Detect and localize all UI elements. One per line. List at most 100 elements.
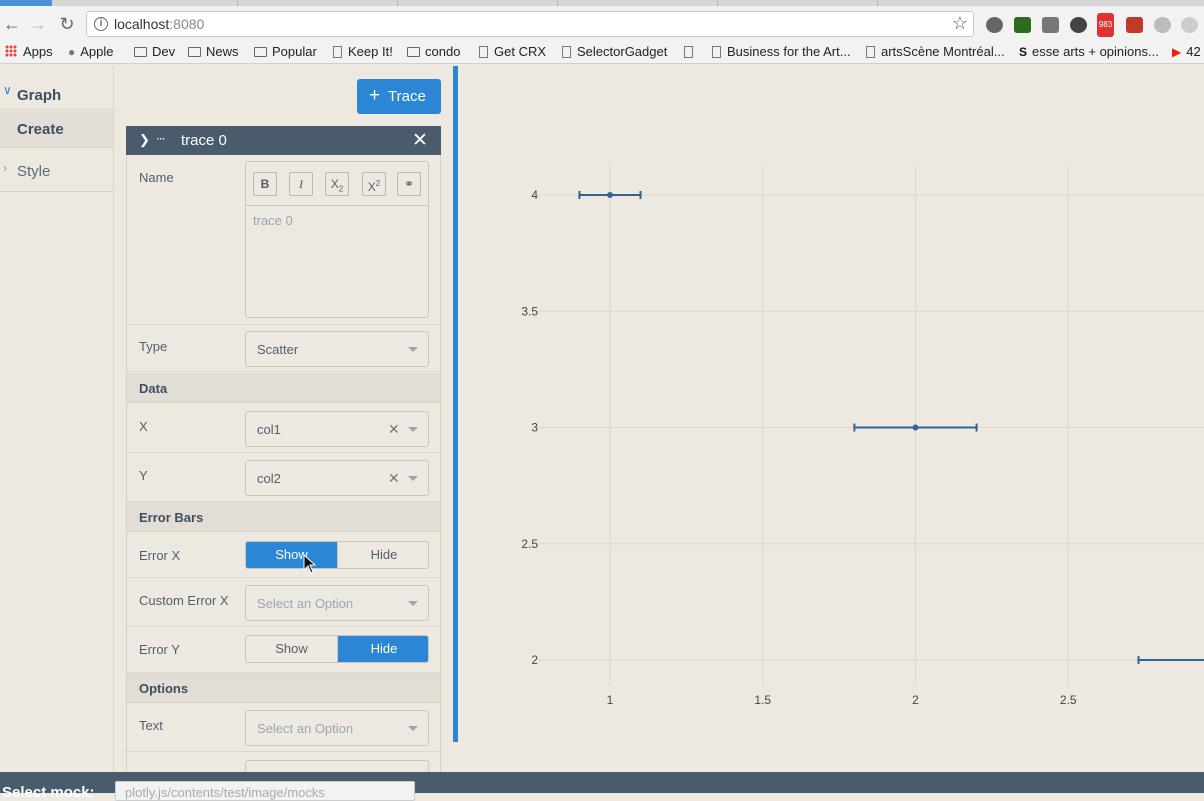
subscript-button[interactable]: X2: [325, 172, 349, 196]
bookmark-star-icon[interactable]: ☆: [952, 13, 968, 34]
x-column-dropdown[interactable]: col1 ✕: [245, 411, 429, 447]
mock-input[interactable]: plotly.js/contents/test/image/mocks: [115, 781, 415, 801]
sidebar-item-style[interactable]: › Style: [0, 149, 113, 192]
clear-icon[interactable]: ✕: [388, 470, 400, 487]
scatter-icon: ⋅⋅⋅: [156, 132, 166, 146]
bookmark-condo[interactable]: condo: [407, 44, 460, 59]
text-placeholder: Select an Option: [257, 721, 354, 736]
folder-icon: [134, 47, 147, 57]
trace-header[interactable]: ❯ ⋅⋅⋅ trace 0 ✕: [126, 126, 441, 155]
error-y-show-option[interactable]: Show: [246, 636, 338, 662]
next-dropdown[interactable]: [245, 760, 429, 772]
bookmark-label: Keep It!: [348, 44, 393, 59]
bookmarks-bar: Apps ● Apple Dev News Popular Keep It! co…: [0, 40, 1204, 64]
bookmark-popular[interactable]: Popular: [254, 44, 317, 59]
trace-title: trace 0: [181, 132, 227, 149]
bookmark-selectorgadget[interactable]: SelectorGadget: [562, 44, 667, 59]
error-x-show-option[interactable]: Show: [246, 542, 338, 568]
y-tick-label: 4: [531, 188, 538, 202]
text-dropdown[interactable]: Select an Option: [245, 710, 429, 746]
caret-down-icon: [408, 427, 418, 432]
x-tick-label: 1.5: [754, 693, 771, 707]
bookmark-youtube[interactable]: ▶ 42: [1172, 44, 1201, 59]
folder-icon: [188, 47, 201, 57]
bookmark-dev[interactable]: Dev: [134, 44, 175, 59]
name-rich-text-editor[interactable]: B I X2 X2 ⚭ trace 0: [245, 161, 429, 318]
bookmark-label: condo: [425, 44, 461, 59]
error-x-hide-option[interactable]: Hide: [338, 542, 428, 568]
bookmark-label: SelectorGadget: [577, 44, 668, 59]
scatter-chart[interactable]: 1 1.5 2 2.5 2 2.5 3 3.5 4: [458, 66, 1204, 772]
page-icon: [684, 46, 693, 58]
bookmark-artsscene[interactable]: artsScène Montréal...: [866, 44, 1005, 59]
x-tick-label: 1: [607, 693, 614, 707]
italic-button[interactable]: I: [289, 172, 313, 196]
bookmark-keep-it[interactable]: Keep It!: [333, 44, 393, 59]
bookmark-apps[interactable]: Apps: [5, 44, 53, 59]
y-row: Y col2 ✕: [127, 453, 440, 502]
sidebar-item-graph[interactable]: ∨ Graph: [0, 74, 113, 110]
superscript-button[interactable]: X2: [362, 172, 386, 196]
type-value: Scatter: [257, 342, 299, 357]
error-x-toggle[interactable]: Show Hide: [245, 541, 429, 569]
extension-swirl-icon[interactable]: [1181, 17, 1198, 33]
bold-button[interactable]: B: [253, 172, 277, 196]
error-x-label: Error X: [139, 548, 181, 563]
extension-bw-icon[interactable]: [1014, 17, 1031, 33]
error-y-label: Error Y: [139, 642, 180, 657]
clear-icon[interactable]: ✕: [388, 421, 400, 438]
apps-grid-icon: [5, 45, 17, 57]
custom-error-x-label: Custom Error X: [139, 593, 229, 608]
sidebar-style-label: Style: [17, 163, 51, 180]
error-y-hide-option[interactable]: Hide: [338, 636, 428, 662]
extension-gear-icon[interactable]: [986, 17, 1003, 33]
text-label: Text: [139, 718, 163, 733]
info-icon[interactable]: i: [94, 17, 108, 31]
link-icon[interactable]: ⚭: [397, 172, 421, 196]
sidebar-create-label: Create: [17, 121, 64, 138]
forward-icon[interactable]: →: [28, 14, 48, 34]
address-bar[interactable]: i localhost:8080 ☆: [86, 11, 974, 37]
custom-error-x-dropdown[interactable]: Select an Option: [245, 585, 429, 621]
extension-user-icon[interactable]: [1070, 17, 1087, 33]
url-host: localhost: [114, 16, 170, 32]
bookmark-blank[interactable]: [684, 44, 699, 59]
apple-icon: ●: [68, 45, 76, 59]
reload-icon[interactable]: ↻: [57, 14, 77, 34]
extension-tool-icon[interactable]: [1042, 17, 1059, 33]
caret-down-icon: [408, 726, 418, 731]
close-icon[interactable]: ✕: [412, 129, 428, 152]
extension-red-icon[interactable]: [1126, 17, 1143, 33]
youtube-icon: ▶: [1172, 45, 1182, 59]
error-bars-section-header: Error Bars: [127, 502, 440, 532]
editor-toolbar: B I X2 X2 ⚭: [246, 162, 428, 206]
y-column-dropdown[interactable]: col2 ✕: [245, 460, 429, 496]
page-icon: [479, 46, 488, 58]
bookmark-apple[interactable]: ● Apple: [68, 44, 114, 59]
y-tick-label: 3: [531, 421, 538, 435]
type-dropdown[interactable]: Scatter: [245, 331, 429, 367]
y-tick-label: 3.5: [521, 304, 538, 318]
add-trace-button[interactable]: + Trace: [357, 79, 441, 114]
bookmark-label: Apps: [23, 44, 53, 59]
error-y-row: Error Y Show Hide: [127, 627, 440, 673]
browser-toolbar: ← → ↻ i localhost:8080 ☆ 983: [0, 6, 1204, 40]
sidebar-item-create[interactable]: Create: [0, 111, 113, 148]
extension-circle-icon[interactable]: [1154, 17, 1171, 33]
bookmark-news[interactable]: News: [188, 44, 239, 59]
plot-area[interactable]: 1 1.5 2 2.5 2 2.5 3 3.5 4: [458, 66, 1204, 772]
bookmark-esse[interactable]: Sesse arts + opinions...: [1019, 44, 1159, 59]
name-value[interactable]: trace 0: [253, 213, 293, 228]
chevron-right-icon[interactable]: ❯: [139, 132, 150, 148]
bookmark-business-arts[interactable]: Business for the Art...: [712, 44, 851, 59]
back-icon[interactable]: ←: [2, 14, 22, 34]
extension-mail-icon[interactable]: 983: [1097, 13, 1114, 37]
trace-body: Name B I X2 X2 ⚭ trace 0 Type Scatter Da…: [126, 155, 441, 772]
type-label: Type: [139, 339, 168, 354]
bookmark-label: esse arts + opinions...: [1032, 44, 1159, 59]
error-y-toggle[interactable]: Show Hide: [245, 635, 429, 663]
bookmark-get-crx[interactable]: Get CRX: [479, 44, 546, 59]
text-row: Text Select an Option: [127, 704, 440, 752]
name-row: Name B I X2 X2 ⚭ trace 0: [127, 155, 440, 325]
y-label: Y: [139, 468, 148, 483]
